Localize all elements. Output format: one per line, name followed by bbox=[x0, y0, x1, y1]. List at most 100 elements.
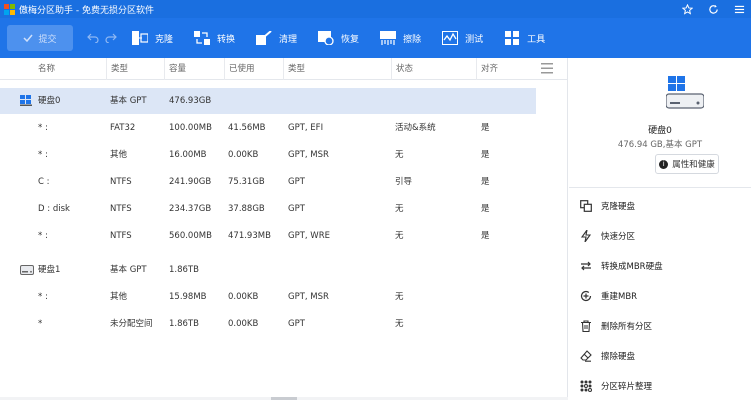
refresh-icon[interactable] bbox=[707, 3, 719, 15]
tool-label: 转换 bbox=[217, 34, 236, 45]
partition-row[interactable]: * : 其他 16.00MB 0.00KB GPT, MSR 无 是 bbox=[0, 142, 536, 168]
tool-clone[interactable]: 克隆 bbox=[131, 18, 173, 58]
cell-type: NTFS bbox=[110, 177, 132, 187]
col-header-type[interactable]: 类型 bbox=[106, 58, 164, 80]
col-header-used[interactable]: 已使用 bbox=[224, 58, 283, 80]
cell-capacity: 15.98MB bbox=[169, 292, 207, 302]
tools-icon bbox=[503, 30, 521, 46]
cell-type: NTFS bbox=[110, 231, 132, 241]
tool-recover[interactable]: 恢复 bbox=[317, 18, 359, 58]
cell-ptype: GPT bbox=[288, 204, 305, 214]
cell-used: 0.00KB bbox=[228, 292, 259, 302]
properties-label: 属性和健康 bbox=[672, 160, 715, 170]
cell-capacity: 234.37GB bbox=[169, 204, 212, 214]
cell-used: 37.88GB bbox=[228, 204, 265, 214]
cell-type: 基本 GPT bbox=[110, 265, 147, 275]
op-label: 快速分区 bbox=[601, 232, 636, 242]
cell-status: 无 bbox=[395, 292, 404, 302]
cell-status: 无 bbox=[395, 150, 404, 160]
quick-partition-icon bbox=[579, 229, 593, 243]
table-header: 名称 类型 容量 已使用 类型 状态 对齐 bbox=[0, 58, 567, 80]
tool-tools[interactable]: 工具 bbox=[503, 18, 545, 58]
panel-disk-name: 硬盘0 bbox=[648, 126, 672, 136]
col-header-capacity[interactable]: 容量 bbox=[164, 58, 224, 80]
col-header-align[interactable]: 对齐 bbox=[476, 58, 536, 80]
cell-capacity: 560.00MB bbox=[169, 231, 212, 241]
disk-operations-panel: 硬盘0 476.94 GB,基本 GPT i 属性和健康 克隆硬盘 快速分区 转… bbox=[569, 58, 751, 400]
partition-row[interactable]: C : NTFS 241.90GB 75.31GB GPT 引导 是 bbox=[0, 169, 536, 195]
op-wipe-disk[interactable]: 擦除硬盘 bbox=[569, 341, 751, 371]
col-header-ptype[interactable]: 类型 bbox=[283, 58, 391, 80]
col-header-name[interactable]: 名称 bbox=[34, 58, 106, 80]
partition-row[interactable]: * : 其他 15.98MB 0.00KB GPT, MSR 无 bbox=[0, 284, 536, 310]
app-title: 傲梅分区助手 - 免费无损分区软件 bbox=[19, 5, 154, 16]
cell-name: * : bbox=[38, 231, 48, 241]
wipe-disk-icon bbox=[579, 349, 593, 363]
defrag-icon bbox=[579, 379, 593, 393]
test-icon bbox=[441, 30, 459, 46]
cell-used: 0.00KB bbox=[228, 319, 259, 329]
convert-icon bbox=[193, 30, 211, 46]
check-icon bbox=[23, 34, 34, 42]
tool-label: 工具 bbox=[527, 34, 546, 45]
cell-name: * : bbox=[38, 150, 48, 160]
cell-name: 硬盘0 bbox=[38, 96, 61, 106]
partition-row[interactable]: * : NTFS 560.00MB 471.93MB GPT, WRE 无 是 bbox=[0, 223, 536, 249]
redo-icon[interactable] bbox=[105, 33, 117, 43]
op-delete-all[interactable]: 删除所有分区 bbox=[569, 311, 751, 341]
tool-label: 克隆 bbox=[155, 34, 174, 45]
info-icon: i bbox=[659, 159, 669, 169]
panel-disk-info: 476.94 GB,基本 GPT bbox=[617, 140, 703, 150]
partition-row[interactable]: * : FAT32 100.00MB 41.56MB GPT, EFI 活动&系… bbox=[0, 115, 536, 141]
cell-type: 基本 GPT bbox=[110, 96, 147, 106]
op-defrag[interactable]: 分区碎片整理 bbox=[569, 371, 751, 400]
convert-mbr-icon bbox=[579, 259, 593, 273]
tool-convert[interactable]: 转换 bbox=[193, 18, 235, 58]
tool-label: 测试 bbox=[465, 34, 484, 45]
menu-icon[interactable] bbox=[733, 3, 745, 15]
hard-disk-icon bbox=[20, 265, 34, 275]
tool-wipe[interactable]: 擦除 bbox=[379, 18, 421, 58]
cell-align: 是 bbox=[481, 123, 490, 133]
cell-align: 是 bbox=[481, 204, 490, 214]
cell-capacity: 241.90GB bbox=[169, 177, 212, 187]
col-header-status[interactable]: 状态 bbox=[391, 58, 476, 80]
wipe-icon bbox=[379, 30, 397, 46]
op-convert-mbr[interactable]: 转换成MBR硬盘 bbox=[569, 251, 751, 281]
submit-button[interactable]: 提交 bbox=[7, 25, 73, 51]
tool-clean[interactable]: 清理 bbox=[255, 18, 297, 58]
partition-row[interactable]: * 未分配空间 1.86TB 0.00KB GPT 无 bbox=[0, 311, 536, 337]
tool-label: 清理 bbox=[279, 34, 298, 45]
app-logo-icon bbox=[4, 3, 15, 15]
disk-row[interactable]: 硬盘1 基本 GPT 1.86TB bbox=[0, 257, 536, 283]
cell-status: 引导 bbox=[395, 177, 413, 187]
windows-disk-icon bbox=[20, 95, 32, 106]
op-quick-partition[interactable]: 快速分区 bbox=[569, 221, 751, 251]
partition-table: 名称 类型 容量 已使用 类型 状态 对齐 硬盘0 基本 GPT 476.93G… bbox=[0, 58, 568, 400]
column-settings-icon[interactable] bbox=[541, 63, 553, 74]
op-label: 分区碎片整理 bbox=[601, 382, 653, 392]
cell-capacity: 100.00MB bbox=[169, 123, 212, 133]
cell-ptype: GPT, MSR bbox=[288, 292, 329, 302]
cell-ptype: GPT, WRE bbox=[288, 231, 330, 241]
cell-name: * bbox=[38, 319, 43, 329]
toolbar: 提交 克隆 转换 清理 恢复 擦除 测试 工具 bbox=[0, 18, 751, 58]
properties-health-button[interactable]: i 属性和健康 bbox=[655, 154, 719, 174]
undo-icon[interactable] bbox=[87, 33, 99, 43]
cell-capacity: 476.93GB bbox=[169, 96, 212, 106]
disk-row[interactable]: 硬盘0 基本 GPT 476.93GB bbox=[0, 88, 536, 114]
cell-align: 是 bbox=[481, 177, 490, 187]
star-icon[interactable] bbox=[681, 3, 693, 15]
partition-row[interactable]: D : disk NTFS 234.37GB 37.88GB GPT 无 是 bbox=[0, 196, 536, 222]
rebuild-mbr-icon bbox=[579, 289, 593, 303]
cell-used: 471.93MB bbox=[228, 231, 271, 241]
cell-name: 硬盘1 bbox=[38, 265, 61, 275]
op-rebuild-mbr[interactable]: 重建MBR bbox=[569, 281, 751, 311]
cell-used: 41.56MB bbox=[228, 123, 266, 133]
clean-icon bbox=[255, 30, 273, 46]
tool-test[interactable]: 测试 bbox=[441, 18, 483, 58]
cell-type: 未分配空间 bbox=[110, 319, 153, 329]
cell-used: 75.31GB bbox=[228, 177, 265, 187]
op-clone-disk[interactable]: 克隆硬盘 bbox=[569, 191, 751, 221]
clone-icon bbox=[131, 30, 149, 46]
